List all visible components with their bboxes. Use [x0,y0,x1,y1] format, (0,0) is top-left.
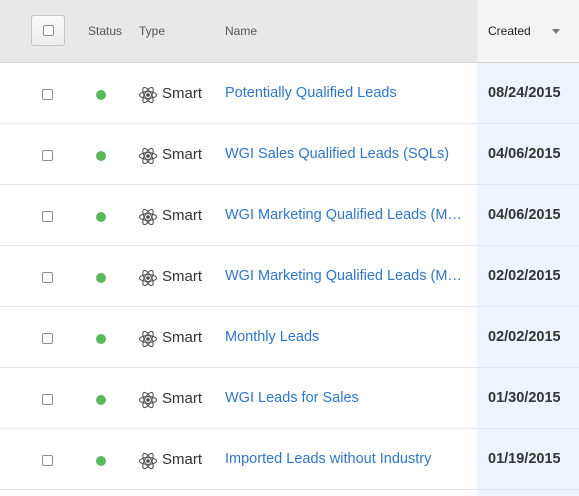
type-label: Smart [162,451,203,468]
atom-icon [138,452,158,470]
table-row[interactable]: Smart Monthly Leads 02/02/2015 [0,307,579,368]
status-active-dot [96,395,106,405]
atom-icon [138,86,158,104]
table-row[interactable]: Smart Potentially Qualified Leads 08/24/… [0,63,579,124]
status-active-dot [96,456,106,466]
atom-icon [138,147,158,165]
created-date: 04/06/2015 [488,207,561,223]
status-active-dot [96,212,106,222]
list-name-link[interactable]: Monthly Leads [225,307,467,368]
type-label: Smart [162,329,203,346]
list-name-link[interactable]: WGI Marketing Qualified Leads (MQ… [225,246,467,307]
row-checkbox[interactable] [42,272,53,283]
table-row[interactable]: Smart WGI Marketing Qualified Leads (MQ…… [0,246,579,307]
type-label: Smart [162,85,203,102]
list-name-link[interactable]: WGI Leads for Sales [225,368,467,429]
status-active-dot [96,151,106,161]
status-active-dot [96,273,106,283]
created-date: 01/19/2015 [488,451,561,467]
type-label: Smart [162,146,203,163]
select-all-checkbox[interactable] [31,15,65,46]
table-row[interactable]: Smart WGI Leads for Sales 01/30/2015 [0,368,579,429]
column-header-created[interactable]: Created [488,0,531,62]
type-label: Smart [162,268,203,285]
row-checkbox[interactable] [42,394,53,405]
column-header-status[interactable]: Status [88,0,122,62]
lists-table: Status Type Name Created Smart Potential… [0,0,579,496]
status-active-dot [96,334,106,344]
created-date: 02/02/2015 [488,329,561,345]
created-date: 02/02/2015 [488,268,561,284]
row-checkbox[interactable] [42,150,53,161]
list-name-link[interactable]: Imported Leads without Industry [225,429,467,490]
created-date: 01/30/2015 [488,390,561,406]
atom-icon [138,391,158,409]
atom-icon [138,330,158,348]
row-checkbox[interactable] [42,333,53,344]
row-checkbox[interactable] [42,211,53,222]
row-checkbox[interactable] [42,455,53,466]
row-checkbox[interactable] [42,89,53,100]
table-row[interactable]: Smart Imported Leads without Industry 01… [0,429,579,490]
column-header-name[interactable]: Name [225,0,257,62]
status-active-dot [96,90,106,100]
atom-icon [138,208,158,226]
type-label: Smart [162,207,203,224]
sort-dropdown-caret-icon[interactable] [552,29,560,34]
created-date: 04/06/2015 [488,146,561,162]
table-row[interactable]: Smart WGI Sales Qualified Leads (SQLs) 0… [0,124,579,185]
list-name-link[interactable]: WGI Marketing Qualified Leads (MQ… [225,185,467,246]
checkbox-square[interactable] [43,25,54,36]
list-name-link[interactable]: WGI Sales Qualified Leads (SQLs) [225,124,467,185]
atom-icon [138,269,158,287]
type-label: Smart [162,390,203,407]
table-row[interactable]: Smart WGI Marketing Qualified Leads (MQ…… [0,185,579,246]
created-date: 08/24/2015 [488,85,561,101]
table-header: Status Type Name Created [0,0,579,63]
column-header-type[interactable]: Type [139,0,165,62]
list-name-link[interactable]: Potentially Qualified Leads [225,63,467,124]
